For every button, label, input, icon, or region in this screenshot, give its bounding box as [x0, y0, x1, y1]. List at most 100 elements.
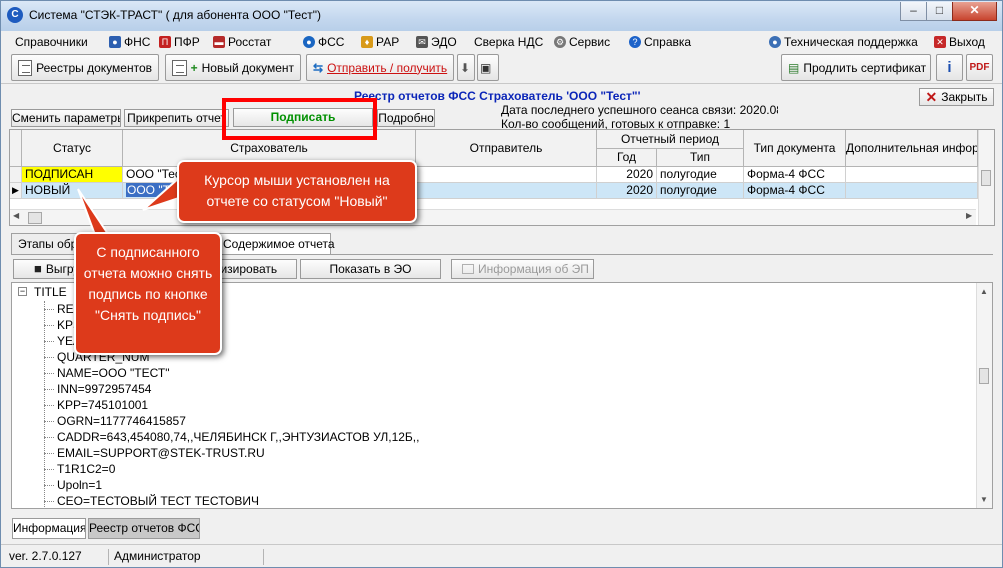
tree-node[interactable]: INN=9972957454: [57, 382, 151, 396]
tree-node[interactable]: CADDR=643,454080,74,,ЧЕЛЯБИНСК Г,,ЭНТУЗИ…: [57, 430, 419, 444]
title-bar: С Система "СТЭК-ТРАСТ" ( для абонента ОО…: [1, 1, 1002, 31]
maximize-button[interactable]: □: [926, 2, 953, 21]
menu-item-rar[interactable]: ♦ РАР: [361, 34, 399, 50]
sender-cell[interactable]: [416, 167, 597, 183]
column-header-year[interactable]: Год: [597, 149, 657, 167]
scroll-right-icon[interactable]: ▶: [966, 211, 972, 220]
show-ep-button[interactable]: Показать в ЭО: [300, 259, 441, 279]
extra-cell[interactable]: [846, 167, 978, 183]
ep-info-label: Информация об ЭП: [478, 262, 589, 276]
tree-branch-line: [44, 325, 54, 326]
tree-branch-line: [44, 341, 54, 342]
edo-icon: ✉: [416, 36, 428, 48]
details-button[interactable]: Подробно: [377, 109, 435, 127]
menu-item-service[interactable]: ⚙ Сервис: [554, 34, 610, 50]
tree-node[interactable]: T1R1C2=0: [57, 462, 115, 476]
tree-branch-line: [44, 309, 54, 310]
fss-icon: ●: [303, 36, 315, 48]
column-header-type[interactable]: Тип: [657, 149, 744, 167]
gear-icon: ⚙: [554, 36, 566, 48]
connection-status: Дата последнего успешного сеанса связи: …: [501, 103, 778, 131]
collapse-icon[interactable]: −: [18, 287, 27, 296]
doc-type-cell[interactable]: Форма-4 ФСС: [744, 183, 846, 199]
scroll-left-icon[interactable]: ◀: [13, 211, 19, 220]
menu-item-edo[interactable]: ✉ ЭДО: [416, 34, 457, 50]
pdf-button[interactable]: PDF: [966, 54, 993, 81]
tab-fss-registry[interactable]: Реестр отчетов ФСС: [88, 518, 200, 539]
callout-pointer-shape: [142, 176, 180, 211]
minimize-button[interactable]: –: [900, 2, 927, 21]
column-header-sender[interactable]: Отправитель: [416, 130, 597, 167]
version-text: ver. 2.7.0.127: [9, 549, 109, 565]
pdf-icon: PDF: [969, 62, 990, 73]
menu-item-support[interactable]: ● Техническая поддержка: [769, 34, 918, 50]
close-registry-label: Закрыть: [941, 90, 988, 104]
renew-certificate-button[interactable]: ▤ Продлить сертификат: [781, 54, 931, 81]
grid-hscroll-thumb[interactable]: [28, 212, 42, 224]
extra-cell[interactable]: [846, 183, 978, 199]
send-dropdown-button[interactable]: ⬇: [457, 54, 475, 81]
year-cell[interactable]: 2020: [597, 167, 657, 183]
tree-node[interactable]: EMAIL=SUPPORT@STEK-TRUST.RU: [57, 446, 265, 460]
tab-report-content[interactable]: Содержимое отчета: [216, 233, 335, 255]
tree-root[interactable]: TITLE: [34, 285, 67, 299]
rosstat-icon: ▬: [213, 36, 225, 48]
tree-node[interactable]: OGRN=1177746415857: [57, 414, 186, 428]
column-header-doc-type[interactable]: Тип документа: [744, 130, 846, 167]
type-cell[interactable]: полугодие: [657, 167, 744, 183]
menu-label: Выход: [949, 35, 985, 49]
scroll-up-icon[interactable]: ▲: [980, 287, 988, 296]
tree-node[interactable]: CEO=ТЕСТОВЫЙ ТЕСТ ТЕСТОВИЧ: [57, 494, 259, 508]
tree-node[interactable]: NAME=ООО "ТЕСТ": [57, 366, 169, 380]
tree-node[interactable]: Upoln=1: [57, 478, 102, 492]
attach-report-button[interactable]: Прикрепить отчет: [124, 109, 229, 127]
menu-label: ПФР: [174, 35, 200, 49]
tree-branch-line: [44, 357, 54, 358]
menu-item-references[interactable]: Справочники: [15, 34, 88, 50]
grid-vscroll-thumb[interactable]: [981, 170, 991, 186]
change-params-button[interactable]: Сменить параметры: [11, 109, 121, 127]
tree-vertical-scrollbar[interactable]: ▲ ▼: [976, 283, 992, 508]
tree-node[interactable]: KPP=745101001: [57, 398, 148, 412]
column-header-period[interactable]: Отчетный период: [597, 130, 744, 149]
menu-item-fss[interactable]: ● ФСС: [303, 34, 344, 50]
tree-branch-line: [44, 469, 54, 470]
outbox-button[interactable]: ▣: [477, 54, 499, 81]
row-indicator-header: [10, 130, 22, 167]
new-document-label: Новый документ: [201, 60, 294, 75]
ep-info-button[interactable]: Информация об ЭП: [451, 259, 594, 279]
menu-item-vat-reconcile[interactable]: Сверка НДС: [474, 34, 543, 50]
menu-label: ФНС: [124, 35, 151, 49]
scroll-down-icon[interactable]: ▼: [980, 495, 988, 504]
renew-certificate-label: Продлить сертификат: [803, 60, 927, 75]
registries-label: Реестры документов: [36, 60, 152, 75]
tree-vscroll-thumb[interactable]: [979, 368, 989, 384]
column-header-extra[interactable]: Дополнительная информ: [846, 130, 978, 167]
close-registry-button[interactable]: ✕ Закрыть: [919, 88, 994, 106]
registry-icon: [18, 59, 33, 76]
certificate-icon: ▤: [788, 60, 800, 75]
save-icon: ■: [34, 261, 42, 276]
sender-cell[interactable]: [416, 183, 597, 199]
column-header-status[interactable]: Статус: [22, 130, 123, 167]
type-cell[interactable]: полугодие: [657, 183, 744, 199]
info-button[interactable]: i: [936, 54, 963, 81]
menu-item-help[interactable]: ? Справка: [629, 34, 691, 50]
tab-information[interactable]: Информация: [12, 518, 86, 539]
menu-item-fns[interactable]: ● ФНС: [109, 34, 150, 50]
menu-item-exit[interactable]: ✕ Выход: [934, 34, 985, 50]
menu-item-pfr[interactable]: П ПФР: [159, 34, 200, 50]
signature-icon: [462, 264, 474, 274]
plus-icon: +: [190, 60, 198, 75]
send-receive-button[interactable]: ⇆ Отправить / получить: [306, 54, 454, 81]
year-cell[interactable]: 2020: [597, 183, 657, 199]
menu-item-rosstat[interactable]: ▬ Росстат: [213, 34, 271, 50]
close-window-button[interactable]: ✕: [952, 2, 997, 21]
status-cell[interactable]: ПОДПИСАН: [22, 167, 123, 183]
registry-title: Реестр отчетов ФСС Страхователь 'ООО "Те…: [354, 89, 641, 103]
doc-type-cell[interactable]: Форма-4 ФСС: [744, 167, 846, 183]
grid-vertical-scrollbar[interactable]: [978, 130, 994, 225]
new-document-button[interactable]: + Новый документ: [165, 54, 301, 81]
app-logo-icon: С: [7, 7, 23, 23]
registries-button[interactable]: Реестры документов: [11, 54, 159, 81]
